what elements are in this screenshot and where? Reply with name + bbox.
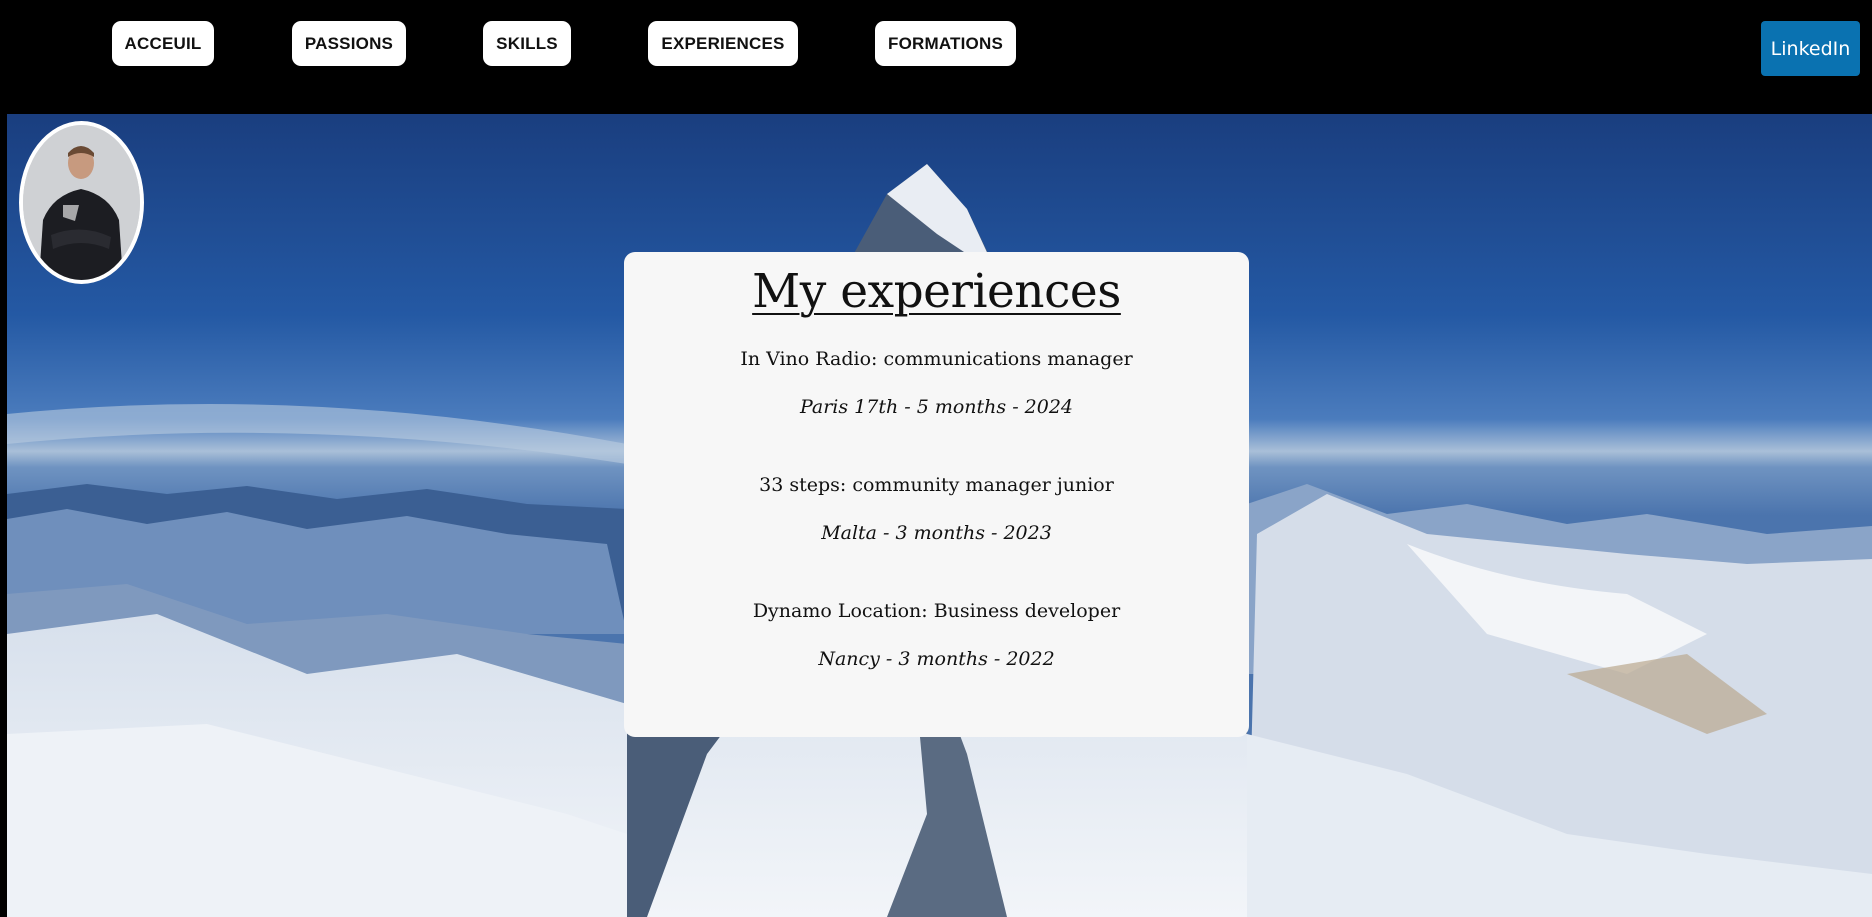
experience-role: Dynamo Location: Business developer — [752, 600, 1121, 622]
experience-item: In Vino Radio: communications manager Pa… — [624, 348, 1249, 418]
experience-meta: Paris 17th - 5 months - 2024 — [799, 396, 1074, 418]
experience-item: 33 steps: community manager junior Malta… — [624, 474, 1249, 544]
experience-role: 33 steps: community manager junior — [759, 474, 1114, 496]
experience-item: Dynamo Location: Business developer Nanc… — [624, 600, 1249, 670]
linkedin-button[interactable]: LinkedIn — [1761, 21, 1860, 76]
experiences-card: My experiences In Vino Radio: communicat… — [624, 252, 1249, 737]
top-navigation-bar: ACCEUIL PASSIONS SKILLS EXPERIENCES FORM… — [0, 0, 1872, 114]
nav-formations-button[interactable]: FORMATIONS — [875, 21, 1016, 66]
nav-passions-button[interactable]: PASSIONS — [292, 21, 406, 66]
experience-meta: Malta - 3 months - 2023 — [821, 522, 1052, 544]
experience-role: In Vino Radio: communications manager — [740, 348, 1133, 370]
page-title: My experiences — [752, 264, 1121, 319]
person-portrait-icon — [23, 125, 140, 280]
profile-avatar — [19, 121, 144, 284]
nav-acceuil-button[interactable]: ACCEUIL — [112, 21, 214, 66]
experience-meta: Nancy - 3 months - 2022 — [818, 648, 1055, 670]
nav-skills-button[interactable]: SKILLS — [483, 21, 571, 66]
nav-experiences-button[interactable]: EXPERIENCES — [648, 21, 798, 66]
